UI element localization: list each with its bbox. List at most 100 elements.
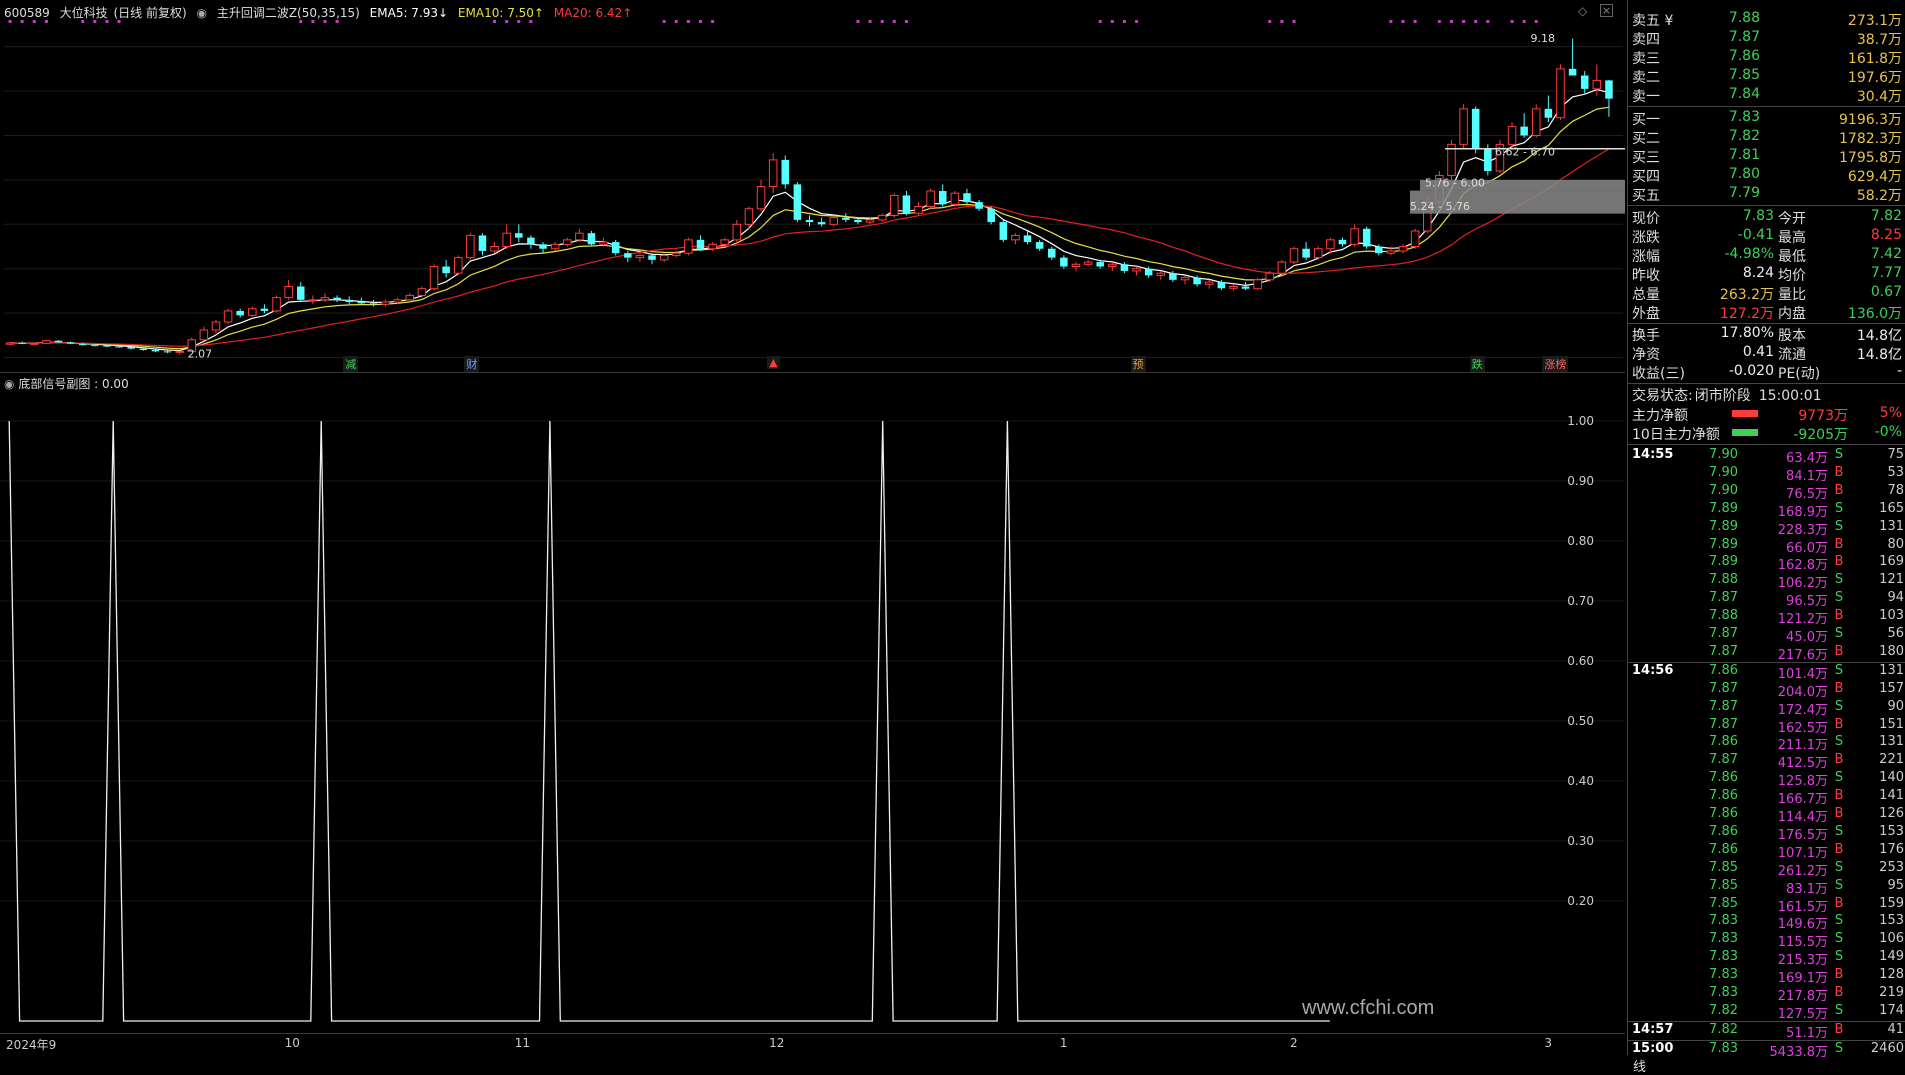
candle[interactable]	[805, 215, 814, 227]
candle[interactable]	[1544, 95, 1553, 123]
candle[interactable]	[478, 233, 487, 256]
candle[interactable]	[1277, 259, 1287, 276]
candle[interactable]	[18, 341, 26, 345]
candle[interactable]	[1568, 38, 1577, 76]
candle[interactable]	[950, 191, 960, 207]
candle[interactable]	[453, 255, 463, 276]
candle[interactable]	[1071, 262, 1081, 271]
candle[interactable]	[1556, 64, 1565, 120]
candle[interactable]	[1241, 282, 1250, 291]
candle[interactable]	[405, 293, 415, 303]
candle[interactable]	[587, 230, 596, 247]
candle[interactable]	[1313, 246, 1323, 260]
candle[interactable]	[369, 299, 378, 307]
bid-row[interactable]: 买四 7.80 629.4万	[1628, 166, 1905, 185]
candle[interactable]	[297, 282, 305, 303]
bid-row[interactable]: 买一 7.83 9196.3万	[1628, 109, 1905, 128]
candle[interactable]	[1023, 230, 1032, 245]
candle[interactable]	[684, 237, 693, 256]
candle[interactable]	[732, 219, 742, 243]
candle[interactable]	[248, 306, 257, 317]
candle[interactable]	[781, 155, 790, 189]
event-mark[interactable]: 财	[464, 356, 480, 372]
candle[interactable]	[611, 239, 620, 256]
candle[interactable]	[562, 237, 572, 247]
candle[interactable]	[1156, 270, 1166, 280]
candle[interactable]	[429, 264, 439, 291]
candle[interactable]	[442, 259, 450, 278]
candle[interactable]	[1229, 284, 1238, 291]
ask-row[interactable]: 卖四 7.87 38.7万	[1628, 29, 1905, 48]
ask-row[interactable]: 卖一 7.84 30.4万	[1628, 86, 1905, 105]
candle[interactable]	[1398, 244, 1408, 254]
candle[interactable]	[756, 179, 766, 211]
candle[interactable]	[211, 319, 221, 334]
event-mark[interactable]: 减	[343, 356, 359, 372]
candle[interactable]	[1253, 277, 1262, 291]
candle[interactable]	[793, 182, 802, 223]
candle[interactable]	[308, 295, 318, 305]
candle[interactable]	[963, 188, 971, 205]
candle[interactable]	[975, 199, 983, 211]
candle[interactable]	[902, 191, 911, 216]
event-mark[interactable]: 预	[1130, 356, 1146, 372]
candle[interactable]	[635, 253, 645, 263]
candle[interactable]	[1580, 71, 1589, 94]
candle[interactable]	[1471, 106, 1480, 154]
candle[interactable]	[575, 228, 584, 243]
candle[interactable]	[914, 202, 923, 216]
candle[interactable]	[926, 188, 935, 209]
candle[interactable]	[768, 153, 778, 194]
candle[interactable]	[817, 217, 826, 227]
candle[interactable]	[42, 339, 51, 344]
candle[interactable]	[527, 235, 535, 249]
candle[interactable]	[333, 295, 341, 303]
bid-row[interactable]: 买三 7.81 1795.8万	[1628, 147, 1905, 166]
candle[interactable]	[696, 235, 705, 251]
candle[interactable]	[1326, 237, 1335, 254]
candle[interactable]	[163, 350, 172, 354]
candle[interactable]	[877, 213, 887, 223]
candle[interactable]	[1350, 224, 1359, 247]
candle[interactable]	[1302, 242, 1310, 260]
candle[interactable]	[1132, 266, 1141, 276]
candle[interactable]	[1520, 113, 1528, 138]
candle[interactable]	[66, 341, 75, 345]
candle[interactable]	[1459, 104, 1468, 149]
candle[interactable]	[223, 308, 233, 325]
candle[interactable]	[890, 193, 899, 218]
candle[interactable]	[1060, 255, 1068, 269]
candle[interactable]	[199, 326, 209, 341]
candle[interactable]	[1447, 139, 1456, 180]
event-mark[interactable]: 涨榜	[1542, 356, 1569, 372]
candle[interactable]	[938, 184, 947, 207]
main-price-chart[interactable]: 6.62 - 6.70 5.76 - 6.00 5.24 - 5.76 2.07 9.1…	[0, 0, 1625, 372]
candle[interactable]	[1410, 228, 1420, 249]
chart-area[interactable]: 600589 大位科技 (日线 前复权) ◉ 主升回调二波Z(50,35,15)…	[0, 0, 1673, 1075]
candle[interactable]	[1011, 233, 1020, 245]
candle[interactable]	[284, 279, 293, 300]
candle[interactable]	[1083, 259, 1093, 267]
candle[interactable]	[345, 296, 353, 305]
candle[interactable]	[842, 213, 850, 223]
candle[interactable]	[417, 286, 427, 298]
candle[interactable]	[987, 206, 995, 225]
candle[interactable]	[515, 224, 523, 243]
ask-row[interactable]: 卖二 7.85 197.6万	[1628, 67, 1905, 86]
candle[interactable]	[550, 242, 560, 251]
event-mark[interactable]: 跌	[1469, 356, 1485, 372]
candle[interactable]	[502, 224, 511, 249]
candle[interactable]	[829, 215, 838, 227]
candle[interactable]	[539, 242, 547, 254]
candle[interactable]	[1338, 237, 1347, 247]
candle[interactable]	[999, 219, 1008, 243]
candle[interactable]	[1204, 279, 1214, 289]
candle[interactable]	[175, 350, 184, 355]
candle[interactable]	[1035, 239, 1044, 251]
candle[interactable]	[1048, 246, 1056, 260]
candle[interactable]	[490, 242, 499, 254]
candle[interactable]	[1108, 262, 1117, 271]
ask-row[interactable]: 卖三 7.86 161.8万	[1628, 48, 1905, 67]
candle[interactable]	[320, 293, 330, 303]
candle[interactable]	[1362, 226, 1371, 249]
